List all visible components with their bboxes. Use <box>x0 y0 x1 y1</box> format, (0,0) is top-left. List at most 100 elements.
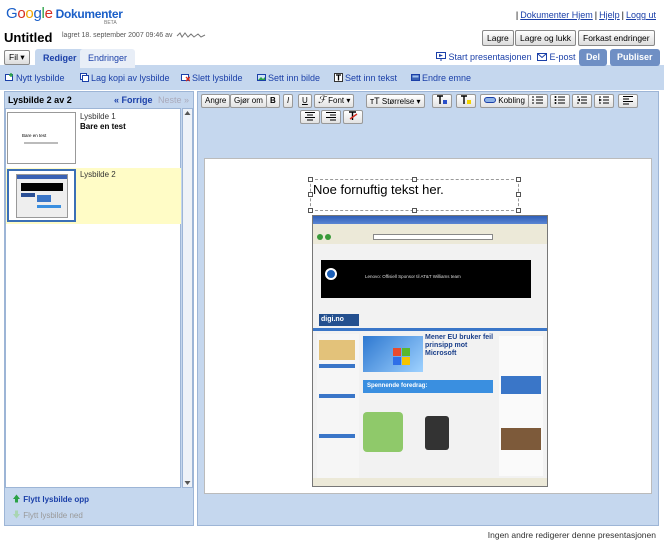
shot-promo: Spennende foredrag: <box>363 380 493 393</box>
slide-1-thumbnail[interactable]: Bare en test <box>7 112 76 164</box>
resize-handle[interactable] <box>308 192 313 197</box>
align-right-icon <box>326 112 336 121</box>
shot-right-column <box>499 336 543 476</box>
bullet-list-icon <box>554 96 565 104</box>
shot-titlebar <box>313 216 547 224</box>
previous-slide-link[interactable]: « Forrige <box>114 95 153 105</box>
link-button[interactable]: Kobling <box>480 94 529 108</box>
logout-link[interactable]: Logg ut <box>626 10 656 20</box>
top-links: | Dokumenter Hjem | Hjelp | Logg ut <box>515 10 656 20</box>
move-slide-down-action[interactable]: Flytt lysbilde ned <box>12 510 83 520</box>
increase-indent-button[interactable] <box>594 94 614 108</box>
file-menu-button[interactable]: Fil ▾ <box>4 50 30 65</box>
save-status: lagret 18. september 2007 09:46 av <box>62 32 173 39</box>
text-color-button[interactable] <box>432 94 452 108</box>
bold-button[interactable]: B <box>266 94 280 108</box>
highlight-color-button[interactable] <box>456 94 476 108</box>
insert-image-label: Sett inn bilde <box>268 73 321 83</box>
delete-slide-action[interactable]: Slett lysbilde <box>181 73 243 83</box>
slide-text[interactable]: Noe fornuftig tekst her. <box>313 182 444 197</box>
clear-format-button[interactable] <box>343 110 363 124</box>
resize-handle[interactable] <box>412 208 417 213</box>
collaboration-status: Ingen andre redigerer denne presentasjon… <box>487 530 656 540</box>
resize-handle[interactable] <box>412 177 417 182</box>
slide-list[interactable] <box>5 108 181 488</box>
save-and-close-button[interactable]: Lagre og lukk <box>515 30 577 46</box>
save-button[interactable]: Lagre <box>482 30 514 46</box>
insert-text-action[interactable]: Sett inn tekst <box>334 73 397 83</box>
size-dropdown[interactable]: ᴛT Størrelse ▾ <box>366 94 425 108</box>
text-icon <box>334 73 343 82</box>
text-color-icon <box>437 95 447 104</box>
align-center-icon <box>305 112 315 121</box>
banner-text: Lenovo: Offisiell Sponsor til AT&T Willi… <box>365 274 461 279</box>
resize-handle[interactable] <box>308 208 313 213</box>
shot-left-column <box>317 334 359 484</box>
copy-slide-icon <box>80 73 89 82</box>
site-logo: digi.no <box>319 314 359 326</box>
numbered-list-button[interactable] <box>528 94 548 108</box>
publish-button[interactable]: Publiser <box>610 49 660 66</box>
insert-image-action[interactable]: Sett inn bilde <box>257 73 320 83</box>
copy-slide-label: Lag kopi av lysbilde <box>91 73 170 83</box>
move-up-label: Flytt lysbilde opp <box>23 495 90 504</box>
move-slide-up-action[interactable]: Flytt lysbilde opp <box>12 494 89 504</box>
resize-handle[interactable] <box>516 192 521 197</box>
copy-slide-action[interactable]: Lag kopi av lysbilde <box>80 73 170 83</box>
delete-slide-icon <box>181 74 190 82</box>
beta-label: BETA <box>104 20 117 26</box>
chevron-down-icon: ▾ <box>416 97 421 106</box>
start-presentation-link[interactable]: Start presentasjonen <box>436 52 532 62</box>
shot-image-flowers <box>363 412 403 452</box>
scroll-down-icon[interactable] <box>183 479 192 487</box>
embedded-screenshot-image[interactable]: Lenovo: Offisiell Sponsor til AT&T Willi… <box>312 215 548 487</box>
scroll-up-icon[interactable] <box>183 109 192 117</box>
thumb-line <box>24 142 58 144</box>
theme-icon <box>411 74 420 81</box>
thumb-screenshot <box>16 174 68 218</box>
image-icon <box>257 74 266 81</box>
size-label: Størrelse <box>381 97 415 106</box>
link-icon <box>484 97 496 103</box>
italic-button[interactable]: I <box>283 94 294 108</box>
slide-list-scrollbar[interactable] <box>182 108 193 488</box>
align-right-button[interactable] <box>321 110 341 124</box>
tab-changes[interactable]: Endringer <box>80 49 136 68</box>
help-link[interactable]: Hjelp <box>599 10 620 20</box>
resize-handle[interactable] <box>308 177 313 182</box>
resize-handle[interactable] <box>516 177 521 182</box>
align-center-button[interactable] <box>300 110 320 124</box>
shot-windows-image <box>363 336 423 372</box>
undo-button[interactable]: Angre <box>201 94 231 108</box>
docs-home-link[interactable]: Dokumenter Hjem <box>520 10 593 20</box>
slide-1-subtitle: Bare en test <box>80 122 126 131</box>
next-slide-link[interactable]: Neste » <box>158 95 189 105</box>
align-left-button[interactable] <box>618 94 638 108</box>
redo-button[interactable]: Gjør om <box>230 94 267 108</box>
shot-toolbar <box>313 224 547 244</box>
font-label: Font <box>328 96 345 105</box>
font-dropdown[interactable]: ℱ Font ▾ <box>314 94 355 108</box>
insert-text-label: Sett inn tekst <box>345 73 398 83</box>
chevron-down-icon: ▾ <box>346 96 351 105</box>
new-slide-action[interactable]: Nytt lysbilde <box>5 73 65 83</box>
underline-button[interactable]: U <box>298 94 312 108</box>
new-slide-label: Nytt lysbilde <box>16 73 65 83</box>
decrease-indent-button[interactable] <box>572 94 592 108</box>
tab-edit[interactable]: Rediger <box>35 49 85 68</box>
shot-statusbar <box>313 478 547 486</box>
link-label: Kobling <box>498 96 525 105</box>
envelope-icon <box>537 53 547 61</box>
logo-letter: e <box>44 5 53 22</box>
clear-format-icon <box>349 111 358 120</box>
slide-2-thumbnail[interactable] <box>7 169 76 222</box>
change-theme-action[interactable]: Endre emne <box>411 73 471 83</box>
email-link[interactable]: E-post <box>537 52 576 62</box>
resize-handle[interactable] <box>516 208 521 213</box>
slide-1-label: Lysbilde 1 <box>80 112 116 121</box>
share-button[interactable]: Del <box>579 49 608 66</box>
highlight-icon <box>461 95 471 104</box>
document-title[interactable]: Untitled <box>4 30 52 45</box>
discard-changes-button[interactable]: Forkast endringer <box>578 30 655 46</box>
bullet-list-button[interactable] <box>550 94 570 108</box>
